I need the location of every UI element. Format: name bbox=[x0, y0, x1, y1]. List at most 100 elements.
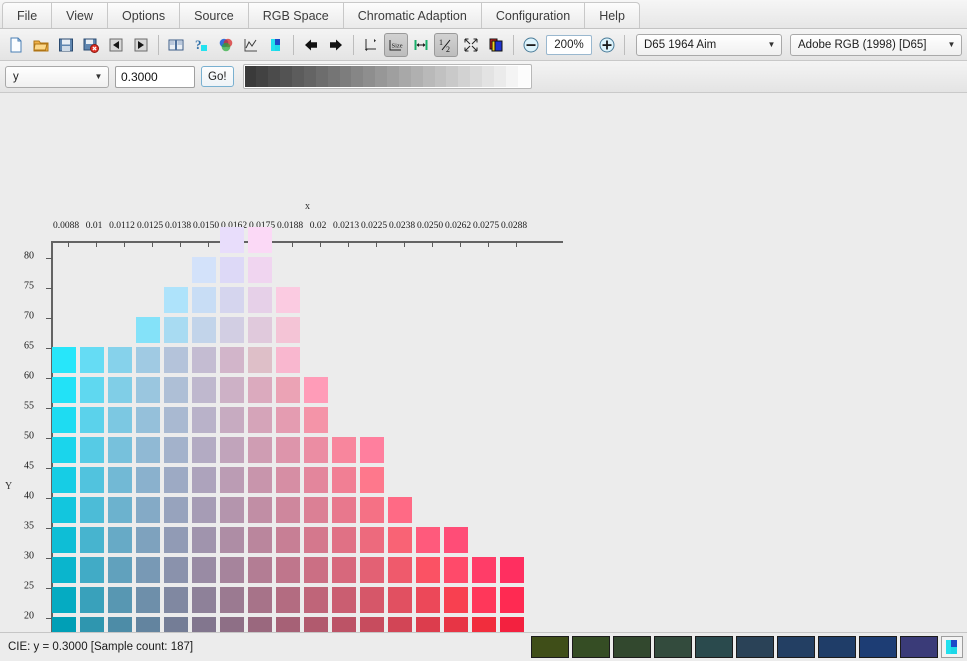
grid-cell[interactable] bbox=[248, 557, 272, 583]
grid-cell[interactable] bbox=[360, 437, 384, 463]
grid-cell[interactable] bbox=[192, 587, 216, 613]
illuminant-combo[interactable]: D65 1964 Aim ▼ bbox=[636, 33, 782, 56]
status-color-swatch[interactable] bbox=[613, 636, 651, 658]
grid-cell[interactable] bbox=[276, 527, 300, 553]
status-color-swatch[interactable] bbox=[900, 636, 938, 658]
grid-cell[interactable] bbox=[388, 587, 412, 613]
grid-cell[interactable] bbox=[220, 347, 244, 373]
grid-cell[interactable] bbox=[332, 437, 356, 463]
grid-cell[interactable] bbox=[80, 377, 104, 403]
grid-cell[interactable] bbox=[304, 437, 328, 463]
grid-cell[interactable] bbox=[220, 617, 244, 632]
menu-source[interactable]: Source bbox=[179, 2, 248, 28]
grid-cell[interactable] bbox=[80, 617, 104, 632]
grid-cell[interactable] bbox=[248, 407, 272, 433]
grid-cell[interactable] bbox=[108, 557, 132, 583]
grid-cell[interactable] bbox=[220, 377, 244, 403]
grid-cell[interactable] bbox=[248, 437, 272, 463]
menu-chromatic-adaption[interactable]: Chromatic Adaption bbox=[342, 2, 481, 28]
grid-cell[interactable] bbox=[472, 587, 496, 613]
grid-cell[interactable] bbox=[304, 497, 328, 523]
grid-cell[interactable] bbox=[136, 617, 160, 632]
grid-cell[interactable] bbox=[164, 377, 188, 403]
grid-cell[interactable] bbox=[248, 497, 272, 523]
grid-cell[interactable] bbox=[136, 377, 160, 403]
color-bars-icon[interactable] bbox=[941, 636, 963, 658]
status-color-swatch[interactable] bbox=[654, 636, 692, 658]
grid-cell[interactable] bbox=[80, 587, 104, 613]
grid-cell[interactable] bbox=[192, 497, 216, 523]
grid-cell[interactable] bbox=[80, 347, 104, 373]
status-color-swatch[interactable] bbox=[572, 636, 610, 658]
grid-cell[interactable] bbox=[304, 377, 328, 403]
status-color-swatch[interactable] bbox=[818, 636, 856, 658]
grid-cell[interactable] bbox=[332, 557, 356, 583]
grid-cell[interactable] bbox=[276, 587, 300, 613]
grid-cell[interactable] bbox=[360, 497, 384, 523]
grid-cell[interactable] bbox=[444, 557, 468, 583]
grid-cell[interactable] bbox=[332, 617, 356, 632]
grid-cell[interactable] bbox=[80, 437, 104, 463]
grid-cell[interactable] bbox=[220, 467, 244, 493]
grid-cell[interactable] bbox=[52, 497, 76, 523]
grid-cell[interactable] bbox=[248, 467, 272, 493]
new-document-icon[interactable] bbox=[4, 33, 28, 57]
grid-cell[interactable] bbox=[304, 587, 328, 613]
grid-cell[interactable] bbox=[192, 557, 216, 583]
help-question-icon[interactable]: ? bbox=[189, 33, 213, 57]
status-color-swatch[interactable] bbox=[531, 636, 569, 658]
grid-cell[interactable] bbox=[52, 347, 76, 373]
zoom-level-value[interactable]: 200% bbox=[546, 34, 592, 55]
grid-cell[interactable] bbox=[472, 617, 496, 632]
grid-cell[interactable] bbox=[276, 497, 300, 523]
grid-cell[interactable] bbox=[332, 527, 356, 553]
grid-cell[interactable] bbox=[416, 527, 440, 553]
grid-cell[interactable] bbox=[248, 257, 272, 283]
grid-cell[interactable] bbox=[164, 617, 188, 632]
grid-cell[interactable] bbox=[220, 587, 244, 613]
chromaticity-sample-grid[interactable] bbox=[52, 227, 564, 632]
grid-cell[interactable] bbox=[220, 497, 244, 523]
grid-cell[interactable] bbox=[192, 287, 216, 313]
grid-cell[interactable] bbox=[248, 287, 272, 313]
menu-options[interactable]: Options bbox=[107, 2, 180, 28]
grid-cell[interactable] bbox=[164, 527, 188, 553]
status-color-swatch[interactable] bbox=[695, 636, 733, 658]
grid-cell[interactable] bbox=[80, 407, 104, 433]
status-color-swatch[interactable] bbox=[859, 636, 897, 658]
grid-cell[interactable] bbox=[80, 497, 104, 523]
grid-cell[interactable] bbox=[304, 617, 328, 632]
grid-cell[interactable] bbox=[416, 557, 440, 583]
grid-cell[interactable] bbox=[164, 317, 188, 343]
grid-cell[interactable] bbox=[108, 467, 132, 493]
grid-cell[interactable] bbox=[276, 437, 300, 463]
book-icon[interactable] bbox=[164, 33, 188, 57]
grid-cell[interactable] bbox=[500, 587, 524, 613]
grid-cell[interactable] bbox=[276, 347, 300, 373]
curve-graph-icon[interactable] bbox=[239, 33, 263, 57]
zoom-in-icon[interactable] bbox=[595, 33, 619, 57]
grid-cell[interactable] bbox=[500, 557, 524, 583]
step-back-icon[interactable] bbox=[104, 33, 128, 57]
fullscreen-icon[interactable] bbox=[459, 33, 483, 57]
grid-cell[interactable] bbox=[136, 437, 160, 463]
grid-cell[interactable] bbox=[164, 587, 188, 613]
grid-cell[interactable] bbox=[360, 527, 384, 553]
grid-cell[interactable] bbox=[248, 377, 272, 403]
grid-cell[interactable] bbox=[276, 287, 300, 313]
grid-cell[interactable] bbox=[108, 347, 132, 373]
grid-cell[interactable] bbox=[192, 257, 216, 283]
grid-cell[interactable] bbox=[500, 617, 524, 632]
grid-cell[interactable] bbox=[276, 467, 300, 493]
grid-cell[interactable] bbox=[52, 467, 76, 493]
grid-cell[interactable] bbox=[248, 617, 272, 632]
grid-cell[interactable] bbox=[360, 557, 384, 583]
grid-cell[interactable] bbox=[304, 467, 328, 493]
grid-cell[interactable] bbox=[248, 347, 272, 373]
plot-area[interactable]: x Y 0.0088 0.01 0.0112 0.0125 0.0138 0.0150 0.… bbox=[0, 93, 967, 632]
grid-cell[interactable] bbox=[136, 527, 160, 553]
grid-cell[interactable] bbox=[108, 617, 132, 632]
grid-cell[interactable] bbox=[388, 557, 412, 583]
grid-cell[interactable] bbox=[248, 317, 272, 343]
menu-configuration[interactable]: Configuration bbox=[480, 2, 585, 28]
